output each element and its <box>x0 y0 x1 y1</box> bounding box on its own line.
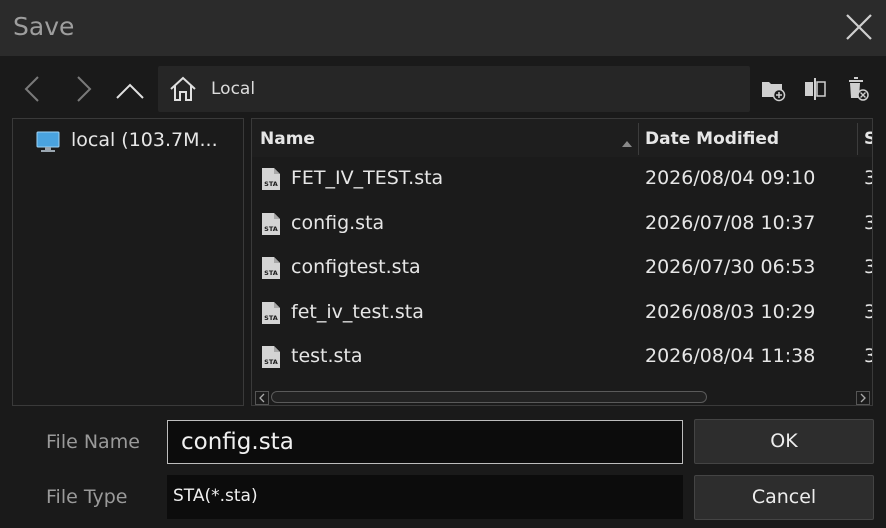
file-name: test.sta <box>291 345 363 367</box>
toolbar: Local <box>0 64 886 114</box>
back-icon[interactable] <box>18 72 48 106</box>
dialog-title: Save <box>13 12 75 41</box>
ok-button[interactable]: OK <box>694 419 874 464</box>
column-divider[interactable] <box>638 123 639 155</box>
file-size: 3 <box>864 301 872 323</box>
file-name: config.sta <box>291 211 385 234</box>
column-header-name[interactable]: Name <box>260 119 630 157</box>
file-list[interactable]: Name Date Modified S STA FET_IV_TEST.sta 2… <box>251 118 873 406</box>
file-size: 3 <box>864 167 872 189</box>
file-type-value: STA(*.sta) <box>173 486 258 506</box>
file-name: configtest.sta <box>291 256 421 278</box>
sta-file-icon: STA <box>260 167 282 191</box>
rename-icon[interactable] <box>802 76 828 102</box>
file-type-label: File Type <box>46 486 128 508</box>
horizontal-scrollbar[interactable] <box>253 389 871 405</box>
column-header-size[interactable]: S <box>864 119 872 157</box>
file-icon-text: STA <box>264 314 278 322</box>
file-icon-text: STA <box>264 269 278 277</box>
tree-item-label: local (103.7M... <box>71 129 218 151</box>
file-name: fet_iv_test.sta <box>291 300 424 323</box>
table-row[interactable]: STA configtest.sta 2026/07/30 06:53 3 <box>252 246 872 290</box>
cancel-button[interactable]: Cancel <box>694 475 874 520</box>
table-header: Name Date Modified S <box>252 119 872 157</box>
title-bar: Save <box>0 0 886 56</box>
column-divider[interactable] <box>857 123 858 155</box>
file-type-select[interactable]: STA(*.sta) <box>167 475 683 519</box>
new-folder-icon[interactable] <box>760 76 786 102</box>
forward-icon[interactable] <box>68 72 98 106</box>
column-header-date-modified[interactable]: Date Modified <box>645 119 853 157</box>
table-row[interactable]: STA test.sta 2026/08/04 11:38 3 <box>252 335 872 379</box>
delete-icon[interactable] <box>844 76 870 102</box>
path-bar[interactable]: Local <box>158 66 750 112</box>
close-icon[interactable] <box>844 12 874 42</box>
file-icon-text: STA <box>264 358 278 366</box>
sort-ascending-icon <box>622 133 632 147</box>
computer-icon <box>35 130 61 154</box>
file-name: FET_IV_TEST.sta <box>291 167 444 189</box>
file-date-modified: 2026/07/08 10:37 <box>645 211 816 234</box>
scroll-right-icon[interactable] <box>856 390 870 405</box>
up-icon[interactable] <box>114 72 144 106</box>
table-row[interactable]: STA config.sta 2026/07/08 10:37 3 <box>252 202 872 246</box>
table-row[interactable]: STA fet_iv_test.sta 2026/08/03 10:29 3 <box>252 291 872 335</box>
sta-file-icon: STA <box>260 256 282 280</box>
file-date-modified: 2026/08/03 10:29 <box>645 300 816 323</box>
location-tree[interactable]: local (103.7M... <box>12 118 244 406</box>
file-size: 3 <box>864 212 872 234</box>
sta-file-icon: STA <box>260 301 282 325</box>
file-name-label: File Name <box>46 431 140 453</box>
scroll-left-icon[interactable] <box>255 390 269 405</box>
sta-file-icon: STA <box>260 345 282 369</box>
table-row[interactable]: STA FET_IV_TEST.sta 2026/08/04 09:10 3 <box>252 157 872 201</box>
scroll-thumb[interactable] <box>271 391 707 403</box>
file-date-modified: 2026/08/04 11:38 <box>645 345 816 367</box>
file-date-modified: 2026/07/30 06:53 <box>645 256 816 278</box>
home-icon[interactable] <box>168 75 198 103</box>
path-label: Local <box>211 79 256 99</box>
file-icon-text: STA <box>264 225 278 233</box>
file-name-input[interactable] <box>167 420 683 464</box>
file-size: 3 <box>864 256 872 278</box>
file-date-modified: 2026/08/04 09:10 <box>645 167 816 189</box>
file-icon-text: STA <box>264 180 278 188</box>
sta-file-icon: STA <box>260 212 282 236</box>
file-size: 3 <box>864 345 872 367</box>
